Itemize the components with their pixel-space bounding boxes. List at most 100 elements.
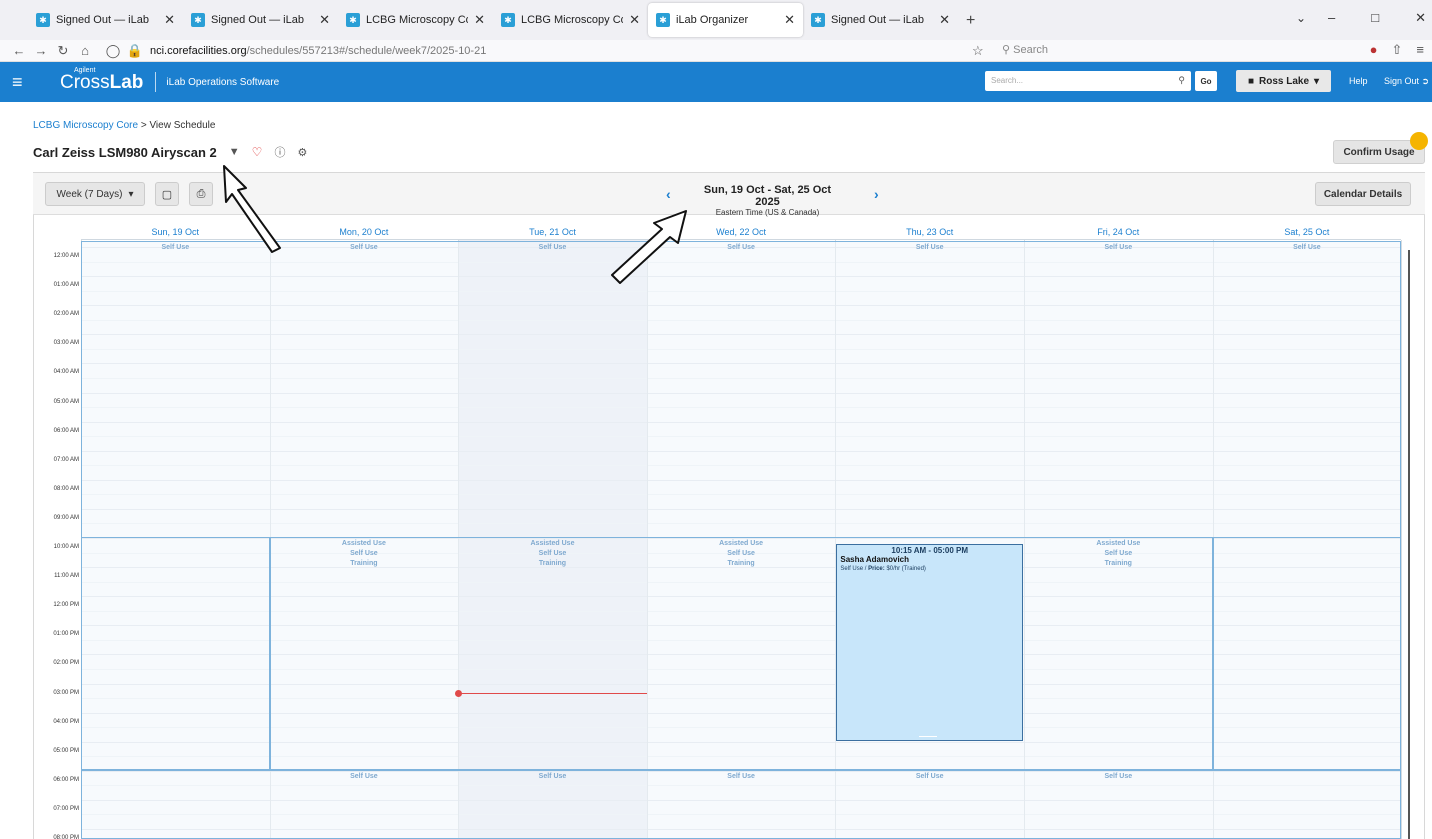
close-tab-icon[interactable]: ✕ (164, 12, 175, 28)
sign-out-link[interactable]: Sign Out ➲ (1384, 76, 1429, 87)
browser-tab[interactable]: ✱ Signed Out — iLab ✕ (28, 3, 183, 37)
reservation-block[interactable]: 10:15 AM - 05:00 PM Sasha Adamovich Self U… (836, 544, 1023, 741)
close-tab-icon[interactable]: ✕ (474, 12, 485, 28)
logo-agilent: Agilent (74, 66, 96, 74)
caret-down-icon: ▾ (1314, 75, 1320, 87)
availability-label: Self Use (350, 772, 378, 780)
availability-label: Self Use (915, 244, 944, 251)
time-label: 09:00 AM (53, 514, 79, 521)
url-path: /schedules/557213#/schedule/week7/2025-1… (246, 44, 487, 57)
availability-label: Assisted Use Self Use Training (458, 539, 647, 569)
url-text: nci.corefacilities.org/schedules/557213#… (150, 45, 486, 57)
browser-tab-label: Signed Out — iLab (56, 14, 149, 26)
annotation-arrow-up-left (223, 165, 281, 253)
week-calendar-grid[interactable]: Sun, 19 Oct Mon, 20 Oct Tue, 21 Oct Wed, 22… (37, 227, 1403, 839)
browser-tab[interactable]: ✱ LCBG Microscopy Core ✕ (493, 3, 648, 37)
day-header[interactable]: Mon, 20 Oct (269, 227, 459, 240)
user-menu-button[interactable]: ■ Ross Lake ▾ (1236, 70, 1331, 92)
calendar-scrollbar[interactable] (1408, 250, 1410, 839)
browser-tab[interactable]: ✱ LCBG Microscopy Core ✕ (338, 3, 493, 37)
browser-tab[interactable]: ✱ Signed Out — iLab ✕ (803, 3, 958, 37)
time-label: 04:00 AM (53, 369, 79, 376)
browser-tab[interactable]: ✱ iLab Organizer ✕ (648, 3, 803, 37)
availability-type-label: Training (538, 560, 567, 567)
gear-icon[interactable]: ⚙ (297, 146, 307, 159)
availability-block-weekday[interactable] (269, 537, 1213, 770)
header-search-input[interactable]: Search... ⚲ (985, 71, 1191, 91)
extension-icons: ● ⇧ ≡ (1370, 42, 1424, 58)
go-button[interactable]: Go (1195, 71, 1217, 91)
availability-block-weekend[interactable] (81, 537, 270, 770)
browser-tab-label: iLab Organizer (676, 14, 749, 26)
minimize-icon[interactable]: – (1328, 10, 1335, 26)
hamburger-menu-icon[interactable]: ≡ (12, 72, 32, 93)
availability-block-overnight[interactable] (81, 241, 1402, 538)
print-icon: ⎙ (196, 187, 206, 200)
availability-label: Self Use (1104, 244, 1133, 251)
calendar-icon: ▢ (161, 188, 173, 201)
close-window-icon[interactable]: ✕ (1415, 10, 1426, 26)
favorite-heart-icon[interactable]: ♡ (252, 145, 263, 159)
availability-type-label: Training (1104, 560, 1132, 567)
annotation-arrow-up-right (611, 210, 687, 284)
ilab-favicon-icon: ✱ (36, 13, 50, 27)
ilab-favicon-icon: ✱ (811, 13, 825, 27)
breadcrumb: LCBG Microscopy Core > View Schedule (33, 120, 215, 131)
browser-tab[interactable]: ✱ Signed Out — iLab ✕ (183, 3, 338, 37)
time-label: 12:00 PM (53, 602, 79, 609)
info-icon[interactable]: ⓘ (274, 144, 285, 160)
extension-icon[interactable]: ● (1370, 42, 1378, 58)
day-header[interactable]: Fri, 24 Oct (1024, 227, 1213, 240)
share-icon[interactable]: ⇧ (1392, 42, 1403, 58)
sign-out-label: Sign Out (1384, 76, 1420, 86)
availability-block-weekend[interactable] (1212, 537, 1402, 770)
next-week-arrow[interactable]: › (874, 186, 879, 202)
instrument-dropdown-icon[interactable]: ▼ (229, 146, 240, 158)
availability-label: Self Use (1293, 244, 1321, 251)
bookmark-star-icon[interactable]: ☆ (972, 43, 984, 59)
close-tab-icon[interactable]: ✕ (784, 12, 795, 28)
calendar-picker-button[interactable]: ▢ (155, 182, 179, 206)
shield-icon: ◯ (105, 42, 121, 58)
availability-type-label: Self Use (350, 550, 378, 557)
reservation-type: Self Use / (840, 566, 869, 573)
availability-type-label: Training (350, 560, 378, 567)
new-tab-button[interactable]: + (966, 12, 975, 30)
header-search-placeholder: Search... (991, 76, 1024, 85)
time-label: 05:00 PM (53, 747, 79, 754)
breadcrumb-current: View Schedule (149, 120, 216, 131)
close-tab-icon[interactable]: ✕ (319, 12, 330, 28)
notification-badge[interactable] (1410, 132, 1428, 150)
time-label: 12:00 AM (53, 253, 79, 259)
url-bar[interactable]: ◯ 🔒 nci.corefacilities.org/schedules/557… (102, 42, 487, 59)
day-header[interactable]: Sat, 25 Oct (1212, 227, 1402, 240)
availability-type-label: Assisted Use (719, 540, 764, 547)
instrument-header: Carl Zeiss LSM980 Airyscan 2 ▼ ♡ ⓘ ⚙ (33, 144, 307, 160)
caret-down-icon: ▾ (128, 188, 134, 200)
breadcrumb-core-link[interactable]: LCBG Microscopy Core (33, 120, 138, 131)
back-icon[interactable]: ← (8, 43, 30, 58)
home-icon[interactable]: ⌂ (74, 43, 96, 58)
view-range-dropdown[interactable]: Week (7 Days) ▾ (45, 182, 145, 206)
browser-tab-label: Signed Out — iLab (211, 14, 304, 26)
help-link[interactable]: Help (1349, 76, 1368, 86)
browser-search-field[interactable]: ⚲ Search (1002, 43, 1332, 56)
forward-icon[interactable]: → (30, 43, 52, 58)
reload-icon[interactable]: ↻ (52, 43, 74, 59)
crosslab-logo[interactable]: Agilent CrossLab (60, 67, 143, 92)
calendar-details-button[interactable]: Calendar Details (1315, 182, 1411, 206)
menu-icon[interactable]: ≡ (1416, 42, 1424, 58)
list-tabs-icon[interactable]: ⌄ (1296, 11, 1306, 25)
day-header[interactable]: Thu, 23 Oct (835, 227, 1024, 240)
print-button[interactable]: ⎙ (189, 182, 213, 206)
sign-out-icon: ➲ (1421, 76, 1430, 86)
time-label: 07:00 AM (53, 456, 79, 463)
previous-week-arrow[interactable]: ‹ (666, 186, 671, 202)
resize-handle[interactable] (919, 735, 938, 737)
availability-label: Self Use (350, 244, 378, 251)
url-domain: nci.corefacilities.org (150, 44, 247, 57)
close-tab-icon[interactable]: ✕ (939, 12, 950, 28)
lock-icon: 🔒 (126, 42, 144, 58)
maximize-icon[interactable]: □ (1371, 10, 1379, 26)
close-tab-icon[interactable]: ✕ (629, 12, 640, 28)
